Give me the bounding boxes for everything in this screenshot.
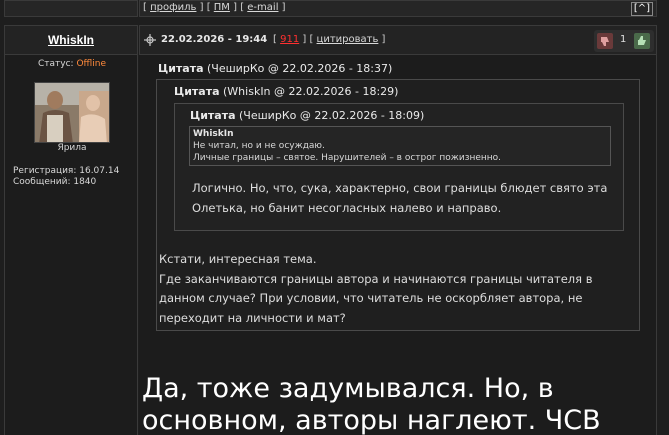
vote-count: 1 xyxy=(620,34,627,45)
status-offline: Offline xyxy=(76,59,106,69)
post-text: Да, тоже задумывался. Но, в основном, ав… xyxy=(142,373,601,435)
thumb-up-icon[interactable] xyxy=(634,33,650,49)
quote-outer-title: Цитата (ЧеширКо @ 22.02.2026 - 18:37) xyxy=(158,62,393,75)
quote-inner-author: WhiskIn xyxy=(193,129,234,139)
author-rank: Ярила xyxy=(57,143,87,153)
avatar xyxy=(34,82,110,143)
email-link[interactable]: e-mail xyxy=(247,2,278,13)
post-body: Цитата (ЧеширКо @ 22.02.2026 - 18:37) Ци… xyxy=(139,55,657,435)
quote-link[interactable]: цитировать xyxy=(317,34,379,45)
quote-middle: Цитата (ЧеширКо @ 22.02.2026 - 18:09) Wh… xyxy=(174,103,624,231)
registration-date: Регистрация: 16.07.14 xyxy=(13,166,120,176)
post-date: 22.02.2026 - 19:44 xyxy=(161,34,268,45)
profile-link[interactable]: профиль xyxy=(150,2,196,13)
quote-inner-line: Не читал, но и не осуждаю. xyxy=(193,141,325,151)
pm-link[interactable]: ПМ xyxy=(214,2,230,13)
thumb-down-icon[interactable] xyxy=(597,33,613,49)
quote-middle-text: Логично. Но, что, сука, характерно, свои… xyxy=(192,181,608,215)
quote-outer: Цитата (WhiskIn @ 22.02.2026 - 18:29) Ци… xyxy=(156,79,640,331)
prev-post-footer: [ профиль ] [ ПМ ] [ e-mail ] [^] xyxy=(139,0,657,17)
quote-inner-title: Цитата (ЧеширКо @ 22.02.2026 - 18:09) xyxy=(190,109,425,122)
quote-middle-title: Цитата (WhiskIn @ 22.02.2026 - 18:29) xyxy=(174,85,399,98)
post-actions: [ 911 ] [ цитировать ] xyxy=(273,34,386,45)
scroll-top-button[interactable]: [^] xyxy=(630,2,653,16)
author-header: WhiskIn xyxy=(4,25,138,55)
quote-inner-line: Личные границы – святое. Нарушителей – в… xyxy=(193,153,502,163)
post-pin-icon xyxy=(144,34,156,46)
reply-count-link[interactable]: 911 xyxy=(280,34,299,45)
author-name-link[interactable]: WhiskIn xyxy=(48,33,94,47)
message-count: Сообщений: 1840 xyxy=(13,177,97,187)
post-header: 22.02.2026 - 19:44 [ 911 ] [ цитировать … xyxy=(139,25,657,55)
profile-links: [ профиль ] [ ПМ ] [ e-mail ] xyxy=(143,2,286,13)
prev-author-footer xyxy=(4,0,138,17)
vote-box: 1 xyxy=(594,30,654,52)
author-status: Статус: Offline xyxy=(38,59,106,69)
author-panel: Статус: Offline Ярила Регистрация: 16.07… xyxy=(4,55,138,435)
quote-inner: WhiskIn Не читал, но и не осуждаю. Личны… xyxy=(189,126,611,166)
quote-outer-text: Кстати, интересная тема. Где заканчивают… xyxy=(159,252,593,325)
